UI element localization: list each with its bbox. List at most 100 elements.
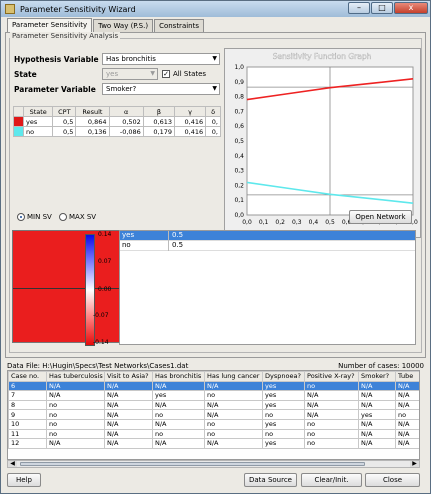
column-header[interactable]: Has bronchitis — [152, 371, 205, 382]
horizontal-scrollbar[interactable]: ◀ ▶ — [7, 460, 420, 468]
state-select[interactable]: yes ▼ — [102, 68, 158, 80]
list-item[interactable]: no 0.5 — [120, 241, 415, 251]
cell-beta: 0,613 — [142, 116, 175, 127]
table-cell: 11 — [8, 428, 47, 440]
list-item[interactable]: yes 0.5 — [120, 231, 415, 241]
x-tick-label: 0,0 — [242, 219, 252, 226]
table-cell: N/A — [152, 380, 205, 392]
y-tick-label: 0,0 — [234, 212, 244, 219]
table-row[interactable]: no 0,5 0,136 -0,086 0,179 0,416 0, — [13, 126, 221, 137]
table-cell: N/A — [152, 399, 205, 411]
table-cell: N/A — [204, 438, 263, 449]
cell-gamma: 0,416 — [173, 116, 207, 127]
min-sv-label: MIN SV — [27, 213, 52, 221]
column-header[interactable]: Has lung cancer — [204, 371, 263, 382]
table-cell: 6 — [8, 380, 47, 392]
data-table-header: Case no. Has tuberculosis Visit to Asia? Ha… — [8, 371, 419, 382]
table-row[interactable]: 9 no N/A no N/A no N/A yes no — [8, 409, 419, 420]
swatch-header — [13, 106, 24, 117]
table-cell: N/A — [204, 380, 263, 392]
parameter-select[interactable]: Smoker? ▼ — [102, 83, 220, 95]
cell-delta: 0, — [205, 126, 221, 137]
tab-two-way[interactable]: Two Way (P.S.) — [93, 19, 154, 32]
clear-init-button[interactable]: Clear/Init. — [301, 473, 362, 487]
help-button[interactable]: Help — [7, 473, 41, 487]
col-state: State — [22, 106, 54, 117]
cell-cpt: 0,5 — [52, 116, 77, 127]
tab-bar: Parameter Sensitivity Two Way (P.S.) Con… — [7, 18, 205, 32]
maximize-button[interactable]: □ — [371, 2, 393, 14]
cell-result: 0,864 — [75, 116, 110, 127]
table-row[interactable]: 6 N/A N/A N/A N/A yes no N/A N/A — [8, 380, 419, 392]
table-row[interactable]: 8 no N/A N/A N/A yes N/A N/A N/A — [8, 399, 419, 411]
hypothesis-select[interactable]: Has bronchitis ▼ — [102, 53, 220, 65]
scroll-right-icon[interactable]: ▶ — [410, 461, 419, 467]
scrollbar-thumb[interactable] — [20, 462, 365, 466]
column-header[interactable]: Case no. — [8, 371, 47, 382]
y-tick-label: 0,1 — [234, 197, 244, 204]
column-header[interactable]: Visit to Asia? — [104, 371, 153, 382]
window-title: Parameter Sensitivity Wizard — [20, 4, 136, 14]
close-window-button[interactable]: x — [394, 2, 428, 14]
cell-beta: 0,179 — [142, 126, 175, 137]
radio-dot — [59, 213, 67, 221]
x-tick-label: 0,5 — [325, 219, 335, 226]
scroll-left-icon[interactable]: ◀ — [8, 461, 17, 467]
tab-constraints[interactable]: Constraints — [154, 19, 205, 32]
table-row[interactable]: 7 N/A N/A yes no yes N/A N/A N/A — [8, 390, 419, 401]
table-cell: N/A — [104, 409, 153, 420]
all-states-checkbox[interactable]: ✓ — [162, 70, 170, 78]
table-cell: no — [304, 418, 359, 430]
table-cell: N/A — [152, 418, 205, 430]
y-tick-label: 0,2 — [234, 182, 244, 189]
column-header[interactable]: Smoker? — [358, 371, 396, 382]
table-cell: no — [304, 438, 359, 449]
all-states-label: All States — [173, 70, 207, 78]
table-cell: N/A — [104, 390, 153, 401]
chevron-down-icon: ▼ — [150, 70, 155, 77]
color-swatch — [13, 116, 24, 127]
cell-cpt: 0,5 — [52, 126, 77, 137]
table-row[interactable]: yes 0,5 0,864 0,502 0,613 0,416 0, — [13, 116, 221, 127]
min-sv-radio[interactable]: MIN SV — [17, 213, 52, 221]
colorbar-tick: -0.07 — [93, 312, 109, 319]
colorbar-tick: 0.00 — [98, 286, 112, 293]
cell-delta: 0, — [205, 116, 221, 127]
table-cell: N/A — [304, 399, 359, 411]
column-header[interactable]: Dyspnoea? — [262, 371, 305, 382]
close-button[interactable]: Close — [365, 473, 420, 487]
y-tick-label: 1,0 — [234, 64, 244, 71]
sensitivity-values-table: State CPT Result α β γ δ yes 0,5 0,864 0… — [13, 106, 221, 137]
table-cell: N/A — [358, 428, 396, 440]
y-tick-label: 0,9 — [234, 79, 244, 86]
state-label: State — [14, 70, 37, 79]
table-cell: N/A — [395, 380, 419, 392]
table-cell: N/A — [104, 418, 153, 430]
x-tick-label: 0,2 — [275, 219, 285, 226]
y-tick-label: 0,7 — [234, 108, 244, 115]
col-alpha: α — [108, 106, 144, 117]
minimize-button[interactable]: – — [348, 2, 370, 14]
column-header[interactable]: Tube — [395, 371, 419, 382]
data-source-button[interactable]: Data Source — [244, 473, 297, 487]
table-cell: N/A — [204, 399, 263, 411]
y-tick-label: 0,4 — [234, 153, 244, 160]
max-sv-radio[interactable]: MAX SV — [59, 213, 96, 221]
app-icon — [5, 4, 15, 14]
col-result: Result — [75, 106, 110, 117]
column-header[interactable]: Positive X-ray? — [304, 371, 359, 382]
col-delta: δ — [205, 106, 221, 117]
table-row[interactable]: 11 no N/A no no no no N/A N/A — [8, 428, 419, 440]
tab-parameter-sensitivity[interactable]: Parameter Sensitivity — [7, 18, 93, 32]
chevron-down-icon: ▼ — [212, 85, 217, 92]
colorbar-tick: 0.14 — [98, 231, 112, 238]
table-row[interactable]: 12 N/A N/A N/A N/A yes no N/A N/A — [8, 438, 419, 449]
column-header[interactable]: Has tuberculosis — [46, 371, 105, 382]
table-cell: 7 — [8, 390, 47, 401]
state-values-table: yes 0.5 no 0.5 — [119, 230, 416, 345]
open-network-button[interactable]: Open Network — [349, 210, 412, 224]
table-row[interactable]: 10 no N/A N/A no yes no N/A N/A — [8, 418, 419, 430]
state-value: yes — [106, 70, 119, 78]
table-cell: yes — [262, 438, 305, 449]
chevron-down-icon: ▼ — [212, 55, 217, 62]
